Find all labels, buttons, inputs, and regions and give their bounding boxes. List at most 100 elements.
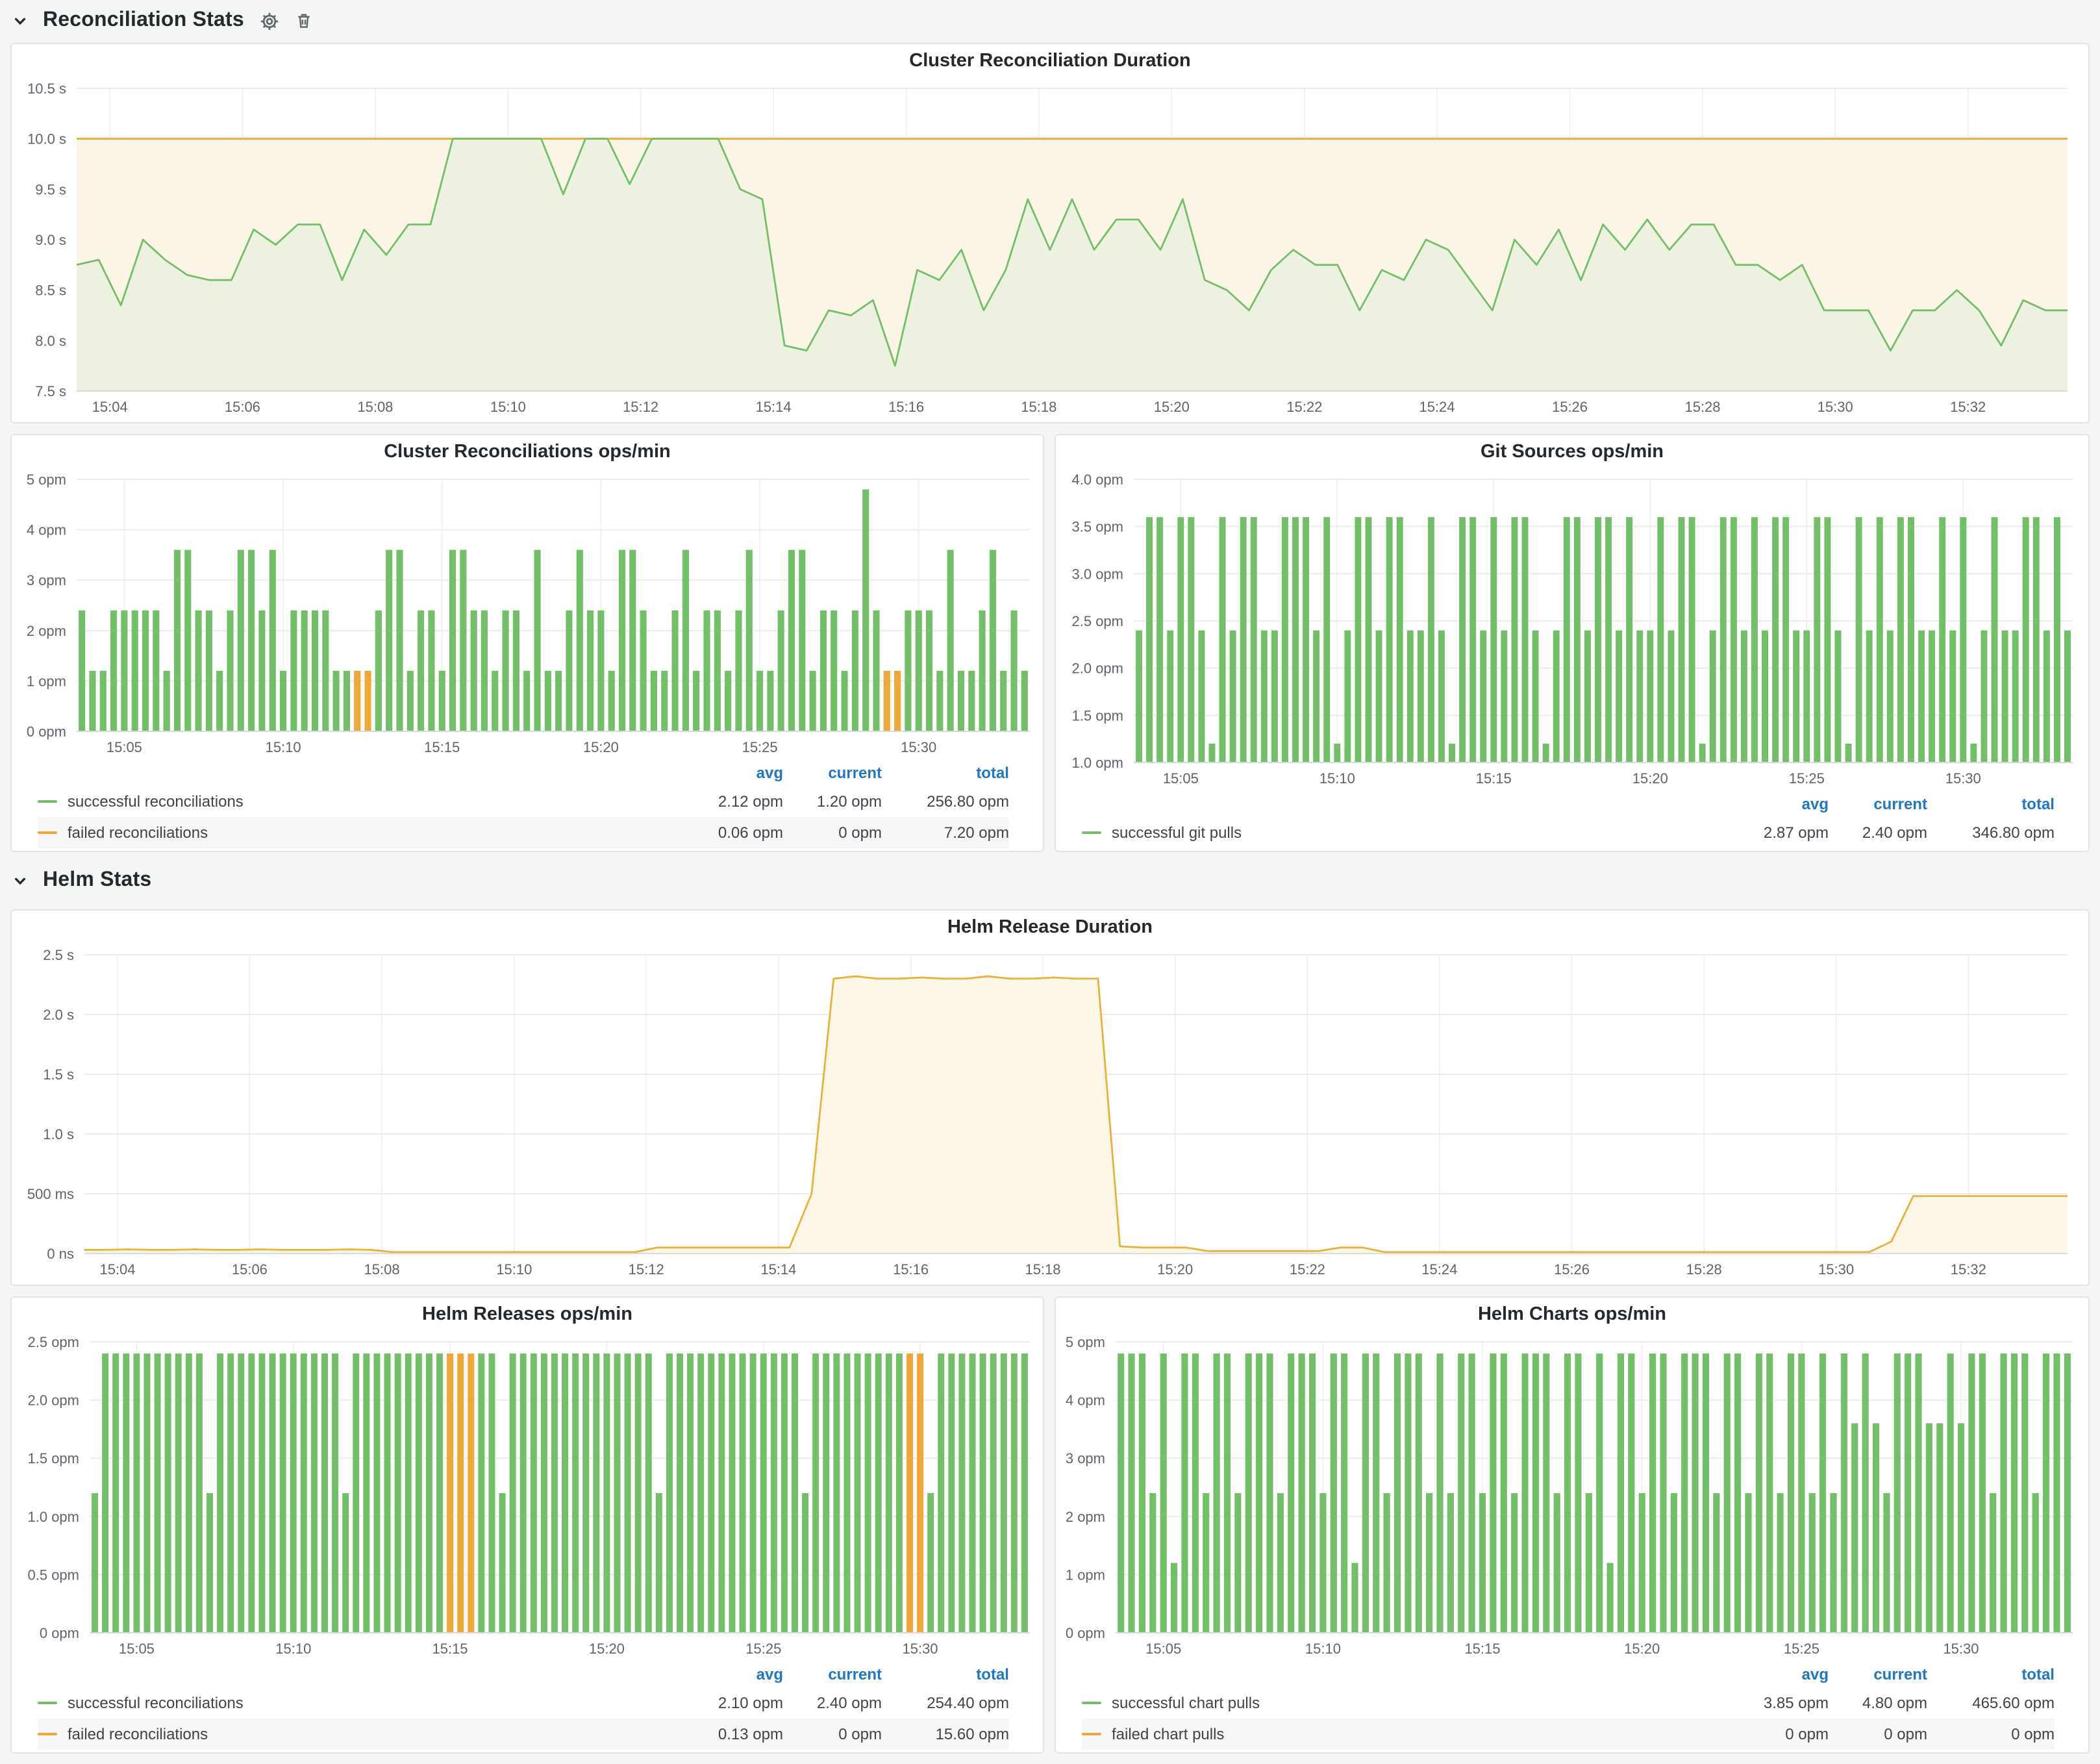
legend-header-avg[interactable]: avg [1709,795,1829,813]
chevron-down-icon[interactable] [13,14,27,28]
legend-series-label[interactable]: successful chart pulls [1112,1694,1260,1712]
chart-cluster-reconciliation-duration[interactable]: 10.5 s10.0 s9.5 s9.0 s8.5 s8.0 s7.5 s15:… [12,78,2088,420]
legend-header-total[interactable]: total [882,764,1009,782]
section-title[interactable]: Reconciliation Stats [43,9,244,32]
legend-total-value: 15.60 opm [882,1725,1009,1743]
chart-canvas[interactable]: 4.0 opm3.5 opm3.0 opm2.5 opm2.0 opm1.5 o… [1056,469,2088,791]
svg-text:15:12: 15:12 [623,399,658,415]
svg-text:15:10: 15:10 [496,1261,532,1278]
legend-header-current[interactable]: current [1829,795,1927,813]
legend-row: failed reconciliations 0.06 opm 0 opm 7.… [38,817,1009,848]
svg-text:15:30: 15:30 [902,1641,938,1657]
svg-text:15:10: 15:10 [1305,1641,1341,1657]
chart-helm-charts[interactable]: 5 opm4 opm3 opm2 opm1 opm0 opm15:0515:10… [1056,1331,2088,1661]
svg-text:1.5 opm: 1.5 opm [28,1450,80,1467]
svg-text:15:20: 15:20 [1624,1641,1660,1657]
panel-title[interactable]: Cluster Reconciliations ops/min [12,435,1043,469]
svg-text:15:25: 15:25 [745,1641,781,1657]
legend-series-label[interactable]: failed reconciliations [68,1725,208,1743]
legend-current-value: 2.40 opm [1829,824,1927,842]
panel-title[interactable]: Cluster Reconciliation Duration [12,44,2088,78]
series-color-dash [1082,1702,1101,1704]
chart-canvas[interactable]: 2.5 opm2.0 opm1.5 opm1.0 opm0.5 opm0 opm… [12,1331,1043,1661]
panel-title[interactable]: Helm Charts ops/min [1056,1298,2088,1331]
svg-text:4.0 opm: 4.0 opm [1072,472,1124,488]
legend-series-label[interactable]: failed reconciliations [68,824,208,842]
svg-text:7.5 s: 7.5 s [35,383,66,399]
legend-avg-value: 0.13 opm [664,1725,783,1743]
legend-series-label[interactable]: successful reconciliations [68,1694,244,1712]
svg-text:3 opm: 3 opm [1066,1450,1105,1467]
chevron-down-icon[interactable] [13,874,27,888]
legend: avg current total successful chart pulls… [1056,1661,2088,1750]
legend: avg current total successful reconciliat… [12,1661,1043,1750]
chart-helm-releases[interactable]: 2.5 opm2.0 opm1.5 opm1.0 opm0.5 opm0 opm… [12,1331,1043,1661]
legend-avg-value: 2.87 opm [1709,824,1829,842]
svg-text:2.5 opm: 2.5 opm [28,1334,80,1350]
svg-text:15:25: 15:25 [1784,1641,1819,1657]
svg-text:15:30: 15:30 [1945,770,1981,787]
legend-header-current[interactable]: current [783,764,882,782]
legend-total-value: 346.80 opm [1927,824,2055,842]
section-title[interactable]: Helm Stats [43,869,151,892]
svg-text:1 opm: 1 opm [1066,1567,1105,1583]
chart-canvas[interactable]: 2.5 s2.0 s1.5 s1.0 s500 ms0 ns15:0415:06… [12,944,2088,1282]
legend-header-current[interactable]: current [1829,1665,1927,1683]
legend-current-value: 4.80 opm [1829,1694,1927,1712]
legend-header-avg[interactable]: avg [1709,1665,1829,1683]
svg-text:15:15: 15:15 [424,739,460,755]
panel-title[interactable]: Helm Releases ops/min [12,1298,1043,1331]
legend-header-total[interactable]: total [1927,795,2055,813]
chart-cluster-reconciliations[interactable]: 5 opm4 opm3 opm2 opm1 opm0 opm15:0515:10… [12,469,1043,760]
svg-text:5 opm: 5 opm [1066,1334,1105,1350]
legend-current-value: 0 opm [783,1725,882,1743]
series-color-dash [38,831,57,834]
svg-text:0 opm: 0 opm [27,724,66,740]
legend-series-label[interactable]: failed chart pulls [1112,1725,1224,1743]
chart-helm-release-duration[interactable]: 2.5 s2.0 s1.5 s1.0 s500 ms0 ns15:0415:06… [12,944,2088,1282]
svg-text:0 opm: 0 opm [40,1625,79,1641]
svg-text:3.0 opm: 3.0 opm [1072,566,1124,582]
svg-text:0 ns: 0 ns [47,1246,74,1262]
legend-header-current[interactable]: current [783,1665,882,1683]
svg-text:15:14: 15:14 [760,1261,796,1278]
svg-text:15:06: 15:06 [232,1261,268,1278]
panel-helm-charts: Helm Charts ops/min 5 opm4 opm3 opm2 opm… [1055,1296,2090,1754]
svg-text:15:30: 15:30 [1818,1261,1854,1278]
legend: avg current total successful git pulls 2… [1056,791,2088,848]
panel-git-sources: Git Sources ops/min 4.0 opm 3.5 opm 3.0 op… [1055,434,2090,852]
chart-git-sources[interactable]: 4.0 opm3.5 opm3.0 opm2.5 opm2.0 opm1.5 o… [1056,469,2088,791]
panel-helm-releases: Helm Releases ops/min 2.5 opm 2.0 opm 1.5 … [10,1296,1044,1754]
svg-text:15:05: 15:05 [1163,770,1199,787]
svg-text:0 opm: 0 opm [1066,1625,1105,1641]
legend-header-total[interactable]: total [1927,1665,2055,1683]
svg-text:8.5 s: 8.5 s [35,283,66,299]
gear-icon[interactable] [260,11,279,31]
legend-row: successful chart pulls 3.85 opm 4.80 opm… [1082,1687,2055,1719]
svg-text:15:20: 15:20 [1154,399,1190,415]
legend-series-label[interactable]: successful reconciliations [68,792,244,811]
svg-text:3.5 opm: 3.5 opm [1072,519,1124,535]
section-header-helm-stats[interactable]: Helm Stats [13,863,151,899]
section-header-reconciliation-stats[interactable]: Reconciliation Stats [13,3,313,39]
chart-canvas[interactable]: 10.5 s10.0 s9.5 s9.0 s8.5 s8.0 s7.5 s15:… [12,78,2088,420]
svg-text:1 opm: 1 opm [27,673,66,689]
legend-header-avg[interactable]: avg [664,1665,783,1683]
legend-header-avg[interactable]: avg [664,764,783,782]
svg-text:15:26: 15:26 [1554,1261,1590,1278]
svg-text:2.0 opm: 2.0 opm [28,1392,80,1409]
svg-text:15:10: 15:10 [275,1641,311,1657]
svg-text:0.5 opm: 0.5 opm [28,1567,80,1583]
legend-current-value: 0 opm [783,824,882,842]
svg-text:4 opm: 4 opm [1066,1392,1105,1409]
legend-series-label[interactable]: successful git pulls [1112,824,1242,842]
legend-total-value: 256.80 opm [882,792,1009,811]
trash-icon[interactable] [295,12,313,30]
chart-canvas[interactable]: 5 opm4 opm3 opm2 opm1 opm0 opm15:0515:10… [1056,1331,2088,1661]
chart-canvas[interactable]: 5 opm4 opm3 opm2 opm1 opm0 opm15:0515:10… [12,469,1043,760]
legend-row: failed chart pulls 0 opm 0 opm 0 opm [1082,1719,2055,1750]
panel-title[interactable]: Helm Release Duration [12,911,2088,944]
legend-header-total[interactable]: total [882,1665,1009,1683]
panel-title[interactable]: Git Sources ops/min [1056,435,2088,469]
svg-text:15:08: 15:08 [364,1261,400,1278]
